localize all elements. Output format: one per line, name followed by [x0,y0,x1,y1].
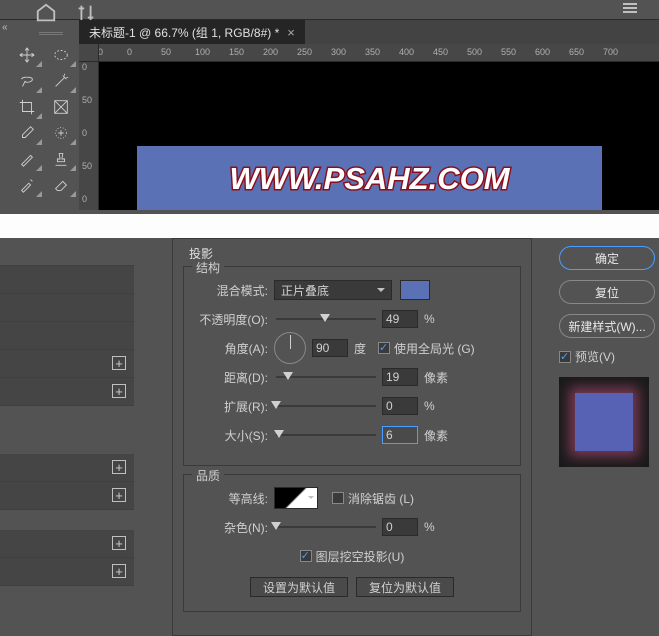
distance-label: 距离(D): [194,369,274,386]
hamburger-icon[interactable] [623,3,637,5]
list-item[interactable]: + [0,350,134,378]
crop-tool[interactable] [11,94,43,120]
stamp-tool[interactable] [45,146,77,172]
unit-label: 像素 [424,427,448,444]
add-fx-icon[interactable]: + [112,564,126,578]
distance-input[interactable] [382,368,418,386]
history-brush-tool[interactable] [11,172,43,198]
cancel-button[interactable]: 复位 [559,280,655,304]
add-fx-icon[interactable]: + [112,536,126,550]
list-item[interactable] [0,322,134,350]
opacity-input[interactable] [382,310,418,328]
opacity-label: 不透明度(O): [194,311,274,328]
blend-mode-label: 混合模式: [194,282,274,299]
eyedropper-tool[interactable] [11,120,43,146]
canvas[interactable]: WWW.PSAHZ.COM [99,62,659,210]
arrange-icon[interactable] [75,2,97,16]
noise-input[interactable] [382,518,418,536]
home-icon[interactable] [35,2,57,16]
spread-label: 扩展(R): [194,398,274,415]
list-item[interactable]: + [0,378,134,406]
unit-label: % [424,399,435,413]
unit-label: % [424,520,435,534]
eraser-tool[interactable] [45,172,77,198]
make-default-button[interactable]: 设置为默认值 [250,577,348,597]
frame-tool[interactable] [45,94,77,120]
list-item[interactable] [0,266,134,294]
contour-label: 等高线: [194,490,274,507]
brush-tool[interactable] [11,146,43,172]
size-slider[interactable] [276,428,376,442]
unit-label: 度 [354,340,366,357]
opacity-slider[interactable] [276,312,376,326]
tab-title: 未标题-1 @ 66.7% (组 1, RGB/8#) * [89,24,279,41]
distance-slider[interactable] [276,370,376,384]
add-fx-icon[interactable]: + [112,460,126,474]
new-style-button[interactable]: 新建样式(W)... [559,314,655,338]
ok-button[interactable]: 确定 [559,246,655,270]
ruler-origin[interactable] [79,44,99,62]
app-menu-bar [0,0,659,20]
list-item[interactable]: + [0,558,134,586]
shadow-color-swatch[interactable] [400,280,430,300]
list-item[interactable] [0,238,134,266]
size-label: 大小(S): [194,427,274,444]
knockout-label: 图层挖空投影(U) [316,548,405,565]
tool-panel [10,42,78,198]
list-item[interactable]: + [0,454,134,482]
list-item[interactable]: + [0,530,134,558]
styles-list: + + + + + + [0,238,134,636]
unit-label: 像素 [424,369,448,386]
vertical-ruler[interactable]: 0500500 [79,62,99,210]
document-tab[interactable]: 未标题-1 @ 66.7% (组 1, RGB/8#) * × [79,20,305,44]
antialias-checkbox[interactable] [332,492,344,504]
add-fx-icon[interactable]: + [112,384,126,398]
document-tab-bar: 未标题-1 @ 66.7% (组 1, RGB/8#) * × [79,20,659,44]
size-input[interactable] [382,426,418,444]
spread-slider[interactable] [276,399,376,413]
heal-tool[interactable] [45,120,77,146]
angle-input[interactable] [312,339,348,357]
angle-label: 角度(A): [194,340,274,357]
knockout-checkbox[interactable] [300,550,312,562]
group-label: 结构 [192,259,224,276]
collapse-button[interactable]: « [2,22,8,33]
canvas-text: WWW.PSAHZ.COM [229,161,509,197]
marquee-tool[interactable] [45,42,77,68]
global-light-checkbox[interactable] [378,342,390,354]
lasso-tool[interactable] [11,68,43,94]
group-label: 品质 [192,467,224,484]
reset-default-button[interactable]: 复位为默认值 [356,577,454,597]
add-fx-icon[interactable]: + [112,488,126,502]
blend-mode-select[interactable]: 正片叠底 [274,280,392,300]
close-icon[interactable]: × [287,25,295,40]
horizontal-ruler[interactable]: 5005010015020025030035040045050055060065… [99,44,659,62]
noise-label: 杂色(N): [194,519,274,536]
move-tool[interactable] [11,42,43,68]
global-light-label: 使用全局光 (G) [394,340,475,357]
tool-panel-grip[interactable] [25,30,77,38]
add-fx-icon[interactable]: + [112,356,126,370]
canvas-shape: WWW.PSAHZ.COM [137,146,602,210]
list-item[interactable] [0,294,134,322]
effect-preview [559,377,649,467]
preview-label: 预览(V) [575,348,615,365]
unit-label: % [424,312,435,326]
spread-input[interactable] [382,397,418,415]
preview-checkbox[interactable] [559,351,571,363]
noise-slider[interactable] [276,520,376,534]
list-item[interactable]: + [0,482,134,510]
angle-dial[interactable] [274,332,306,364]
contour-picker[interactable] [274,487,318,509]
wand-tool[interactable] [45,68,77,94]
antialias-label: 消除锯齿 (L) [348,490,414,507]
effect-panel: 投影 结构 混合模式: 正片叠底 不透明度(O): % 角度(A): [172,238,532,636]
